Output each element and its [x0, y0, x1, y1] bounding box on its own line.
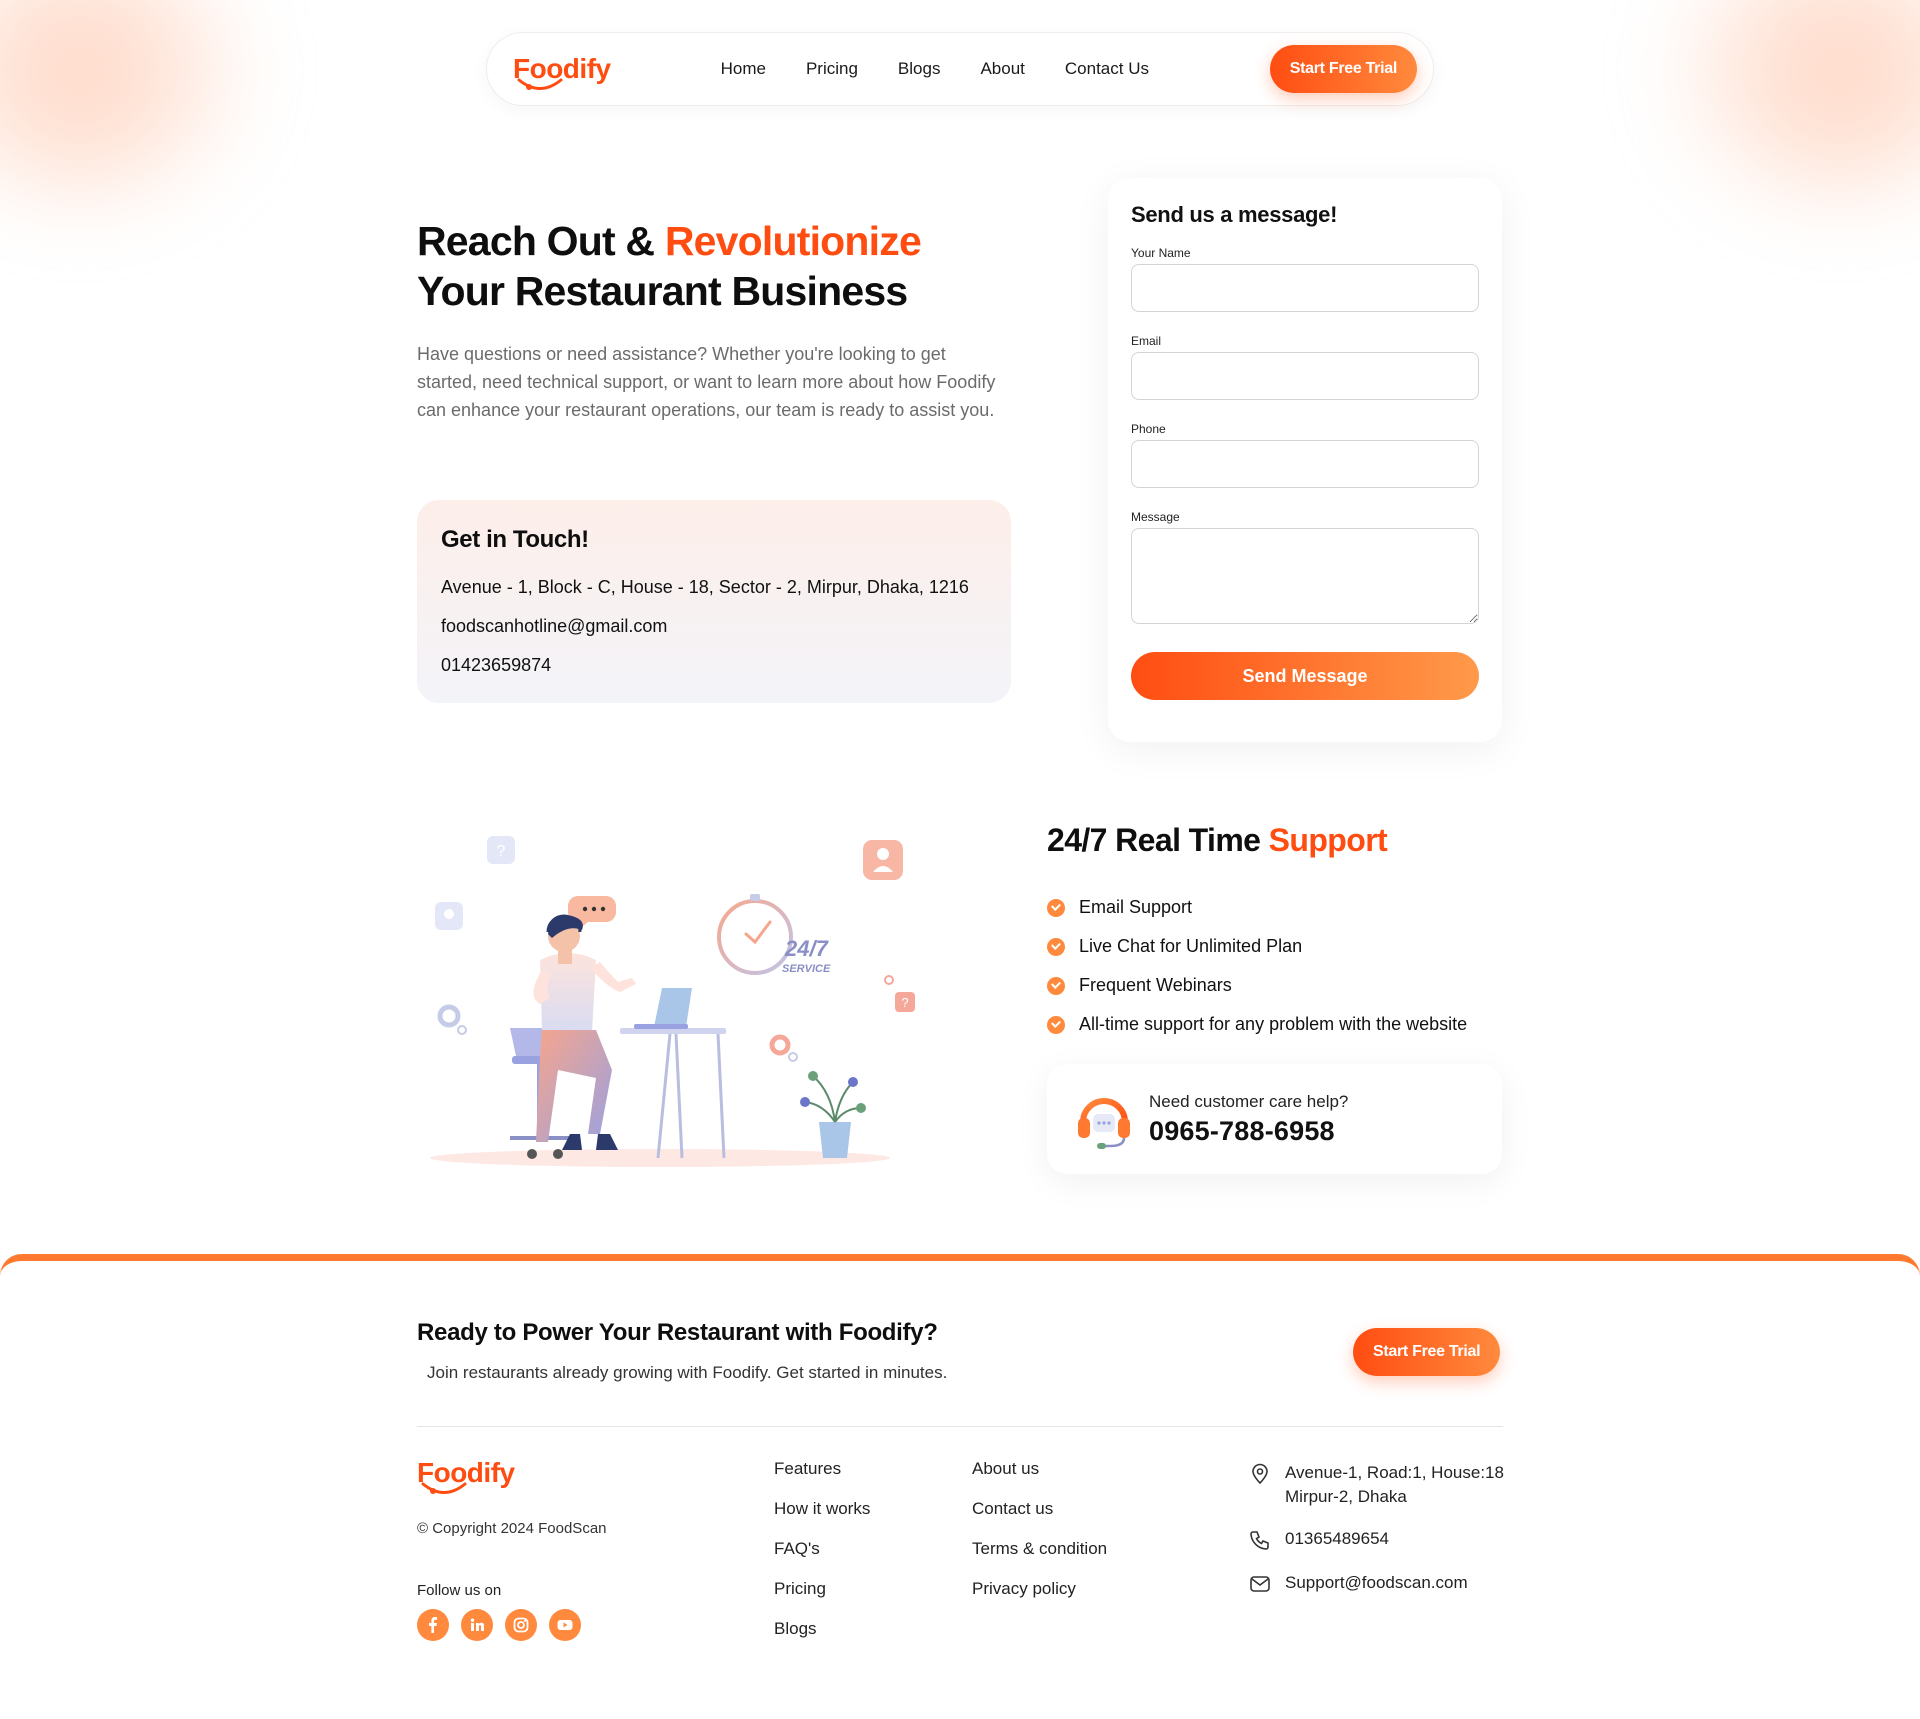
- instagram-icon[interactable]: [505, 1609, 537, 1641]
- footer-divider: [417, 1426, 1503, 1427]
- mail-icon: [1250, 1576, 1270, 1592]
- svg-text:?: ?: [497, 843, 506, 860]
- support-illustration: ? ? 24/7 SERVICE: [430, 836, 915, 1167]
- start-free-trial-button[interactable]: Start Free Trial: [1269, 45, 1417, 93]
- footer-address: Avenue-1, Road:1, House:18 Mirpur-2, Dha…: [1249, 1461, 1504, 1509]
- page-title: Reach Out & Revolutionize Your Restauran…: [417, 216, 977, 316]
- headset-icon: [1078, 1098, 1130, 1149]
- title-part1: Reach Out &: [417, 218, 665, 264]
- check-icon: [1047, 976, 1065, 995]
- support-features-list: Email Support Live Chat for Unlimited Pl…: [1047, 888, 1467, 1044]
- smile-icon: [421, 1482, 467, 1494]
- support-title-part1: 24/7 Real Time: [1047, 822, 1269, 858]
- service-sub: SERVICE: [782, 963, 831, 975]
- support-title: 24/7 Real Time Support: [1047, 822, 1388, 859]
- location-pin-icon: [1252, 1463, 1268, 1485]
- footer-email: Support@foodscan.com: [1249, 1571, 1504, 1595]
- svg-text:?: ?: [901, 995, 908, 1010]
- footer-link-features[interactable]: Features: [774, 1459, 870, 1499]
- message-label: Message: [1131, 510, 1180, 524]
- form-title: Send us a message!: [1131, 202, 1338, 227]
- decorative-blob-left: [0, 0, 240, 200]
- youtube-icon[interactable]: [549, 1609, 581, 1641]
- support-item-label: Email Support: [1079, 897, 1193, 917]
- touch-phone[interactable]: 01423659874: [441, 654, 987, 676]
- footer-link-pricing[interactable]: Pricing: [774, 1579, 870, 1619]
- support-item: Frequent Webinars: [1047, 966, 1467, 1005]
- linkedin-icon[interactable]: [461, 1609, 493, 1641]
- footer-link-how-it-works[interactable]: How it works: [774, 1499, 870, 1539]
- support-item-label: All-time support for any problem with th…: [1079, 1014, 1468, 1034]
- nav-home[interactable]: Home: [721, 59, 766, 79]
- footer-phone-value[interactable]: 01365489654: [1285, 1527, 1389, 1551]
- name-field[interactable]: [1131, 264, 1479, 312]
- touch-email[interactable]: foodscanhotline@gmail.com: [441, 615, 987, 637]
- support-item: Live Chat for Unlimited Plan: [1047, 927, 1467, 966]
- nav-about[interactable]: About: [980, 59, 1024, 79]
- name-label: Your Name: [1131, 246, 1191, 260]
- footer-email-value[interactable]: Support@foodscan.com: [1285, 1571, 1468, 1595]
- care-text: Need customer care help? 0965-788-6958: [1149, 1092, 1348, 1147]
- touch-title: Get in Touch!: [441, 526, 589, 553]
- nav-contact-us[interactable]: Contact Us: [1065, 59, 1149, 79]
- nav-pricing[interactable]: Pricing: [806, 59, 858, 79]
- phone-label: Phone: [1131, 422, 1166, 436]
- logo[interactable]: Foodify: [513, 55, 611, 90]
- footer-link-faqs[interactable]: FAQ's: [774, 1539, 870, 1579]
- support-item-label: Live Chat for Unlimited Plan: [1079, 936, 1303, 956]
- footer-link-privacy[interactable]: Privacy policy: [972, 1579, 1107, 1619]
- send-message-button[interactable]: Send Message: [1131, 652, 1479, 700]
- nav-links: Home Pricing Blogs About Contact Us: [721, 59, 1149, 79]
- phone-icon: [1250, 1531, 1269, 1550]
- social-links: [417, 1609, 581, 1641]
- care-label: Need customer care help?: [1149, 1091, 1349, 1111]
- get-in-touch-card: Get in Touch! Avenue - 1, Block - C, Hou…: [417, 500, 1011, 703]
- hero-description: Have questions or need assistance? Wheth…: [417, 344, 996, 420]
- contact-form: Send us a message! Your Name Email Phone…: [1108, 178, 1502, 742]
- facebook-icon[interactable]: [417, 1609, 449, 1641]
- footer-address-line1: Avenue-1, Road:1, House:18: [1285, 1463, 1504, 1482]
- footer-link-blogs[interactable]: Blogs: [774, 1619, 870, 1659]
- title-part2: Your Restaurant Business: [417, 268, 908, 314]
- footer-start-free-trial-button[interactable]: Start Free Trial: [1353, 1328, 1501, 1376]
- phone-field[interactable]: [1131, 440, 1479, 488]
- smile-icon: [517, 78, 563, 90]
- check-icon: [1047, 898, 1065, 917]
- care-phone[interactable]: 0965-788-6958: [1149, 1116, 1348, 1147]
- follow-label: Follow us on: [417, 1582, 502, 1599]
- footer-contact: Avenue-1, Road:1, House:18 Mirpur-2, Dha…: [1249, 1461, 1504, 1615]
- cta-title: Ready to Power Your Restaurant with Food…: [417, 1319, 938, 1346]
- footer-links-company: About us Contact us Terms & condition Pr…: [972, 1459, 1107, 1619]
- support-item-label: Frequent Webinars: [1079, 975, 1232, 995]
- message-field[interactable]: [1131, 528, 1479, 624]
- email-label: Email: [1131, 334, 1162, 348]
- customer-care-card: Need customer care help? 0965-788-6958: [1047, 1064, 1502, 1174]
- support-title-accent: Support: [1268, 822, 1388, 858]
- check-icon: [1047, 937, 1065, 956]
- check-icon: [1047, 1015, 1065, 1034]
- touch-address: Avenue - 1, Block - C, House - 18, Secto…: [441, 577, 969, 597]
- footer: Ready to Power Your Restaurant with Food…: [0, 1254, 1920, 1719]
- title-accent: Revolutionize: [664, 218, 922, 264]
- nav-blogs[interactable]: Blogs: [898, 59, 941, 79]
- support-item: Email Support: [1047, 888, 1467, 927]
- support-item: All-time support for any problem with th…: [1047, 1005, 1467, 1044]
- decorative-blob-right: [1680, 0, 1920, 200]
- top-navbar: Foodify Home Pricing Blogs About Contact…: [486, 32, 1434, 106]
- footer-address-line2: Mirpur-2, Dhaka: [1285, 1487, 1407, 1506]
- footer-link-contact-us[interactable]: Contact us: [972, 1499, 1107, 1539]
- copyright: © Copyright 2024 FoodScan: [417, 1520, 607, 1537]
- footer-logo[interactable]: Foodify: [417, 1459, 515, 1494]
- footer-link-about-us[interactable]: About us: [972, 1459, 1107, 1499]
- footer-links-product: Features How it works FAQ's Pricing Blog…: [774, 1459, 870, 1659]
- footer-phone: 01365489654: [1249, 1527, 1504, 1551]
- footer-link-terms[interactable]: Terms & condition: [972, 1539, 1107, 1579]
- email-field[interactable]: [1131, 352, 1479, 400]
- cta-subtitle: Join restaurants already growing with Fo…: [427, 1363, 948, 1382]
- service-label: 24/7: [784, 936, 830, 961]
